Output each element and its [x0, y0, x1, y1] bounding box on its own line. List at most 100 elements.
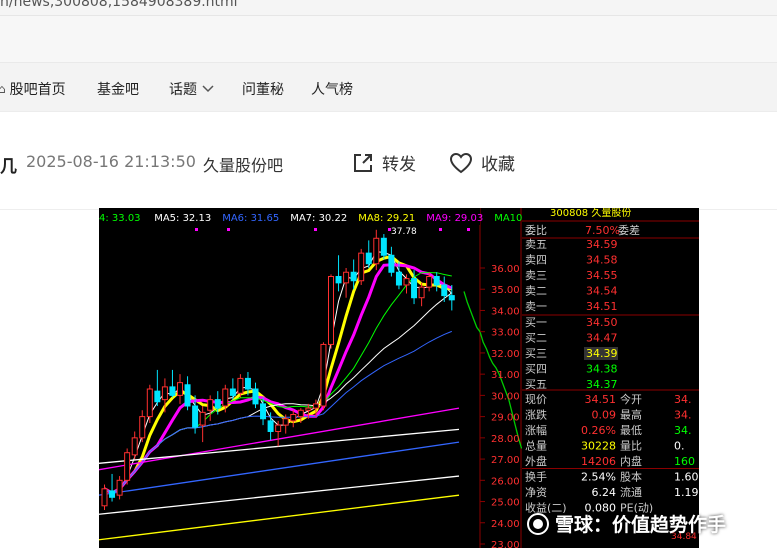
- nav-home[interactable]: ⌂ 股吧首页: [0, 79, 66, 99]
- stat-label-2: 内盘: [620, 454, 642, 468]
- candle-body: [252, 388, 259, 405]
- stat-value-2: 34.: [674, 393, 692, 406]
- ask-price: 34.58: [586, 254, 618, 267]
- candle-body: [328, 275, 334, 345]
- bid-price: 34.47: [586, 332, 618, 345]
- ma-label: MA8: 29.21: [358, 213, 415, 224]
- address-bar[interactable]: n/news,300808,1584908389.html: [0, 0, 777, 16]
- stat-value: 14206: [581, 455, 616, 468]
- stat-label: 净资: [525, 485, 547, 499]
- long-ma-line: [99, 475, 460, 515]
- share-icon: [354, 153, 372, 172]
- stat-value: 34.51: [585, 393, 617, 406]
- bid-price: 34.38: [586, 363, 618, 376]
- candle-body: [290, 413, 297, 422]
- ma-marker-dot: [388, 228, 391, 231]
- candle-body: [101, 488, 108, 507]
- kline-chart: 37.78 36.00 35.00 34.00 33.00 32.00 31.00 30.0…: [99, 208, 699, 548]
- stat-label-2: 量比: [620, 440, 642, 453]
- candle-body: [192, 405, 199, 428]
- weibi-label: 委比: [525, 224, 547, 237]
- stat-value-2: 1.19: [674, 486, 699, 499]
- post-meta: 几 2025-08-16 21:13:50 久量股份吧 转发 收藏: [0, 112, 777, 210]
- ma-label: MA7: 30.22: [290, 213, 347, 224]
- bid-label: 买一: [525, 316, 547, 329]
- home-icon: ⌂: [0, 82, 6, 96]
- stat-label-2: 流通: [620, 485, 642, 499]
- candle-body: [448, 295, 455, 301]
- stat-label-2: 今开: [620, 392, 642, 406]
- stat-label: 总量: [525, 439, 547, 453]
- stat-label-2: 最高: [620, 408, 642, 422]
- stat-value-2: 34.: [674, 409, 692, 422]
- stock-chart-image: 37.78 36.00 35.00 34.00 33.00 32.00 31.00 30.0…: [99, 208, 699, 548]
- heart-icon: [449, 152, 473, 173]
- candle-body: [131, 437, 138, 456]
- y-tick-label: 25.00: [491, 498, 520, 509]
- candle-body: [320, 343, 327, 407]
- bid-price: 34.39: [586, 347, 618, 360]
- watermark-text: 雪球：价值趋势作手: [555, 514, 727, 536]
- stat-label-2: 最低: [620, 424, 642, 437]
- nav-fund[interactable]: 基金吧: [97, 79, 139, 99]
- stat-value-2: 34.: [674, 424, 692, 437]
- candle-body: [109, 490, 116, 498]
- candle-body: [343, 271, 350, 284]
- ma-label: MA5: 32.13: [154, 213, 211, 224]
- stat-value: 6.24: [592, 486, 617, 499]
- candle-body: [358, 252, 365, 282]
- watermark: 雪球：价值趋势作手: [527, 510, 726, 537]
- candle-body: [229, 388, 236, 396]
- candle-body: [433, 275, 440, 286]
- nav-ask-secretary[interactable]: 问董秘: [242, 79, 284, 99]
- nav-topics[interactable]: 话题: [169, 79, 215, 99]
- ma-marker-dot: [314, 228, 317, 231]
- forum-link[interactable]: 久量股份吧: [203, 152, 283, 176]
- header-band: [0, 16, 777, 62]
- candle-body: [154, 390, 161, 403]
- stat-value: 30228: [581, 440, 616, 453]
- bid-label: 买四: [525, 363, 547, 376]
- y-tick-label: 24.00: [491, 519, 520, 530]
- candle-body: [403, 278, 410, 286]
- candle-body: [139, 416, 146, 439]
- bid-price: 34.37: [586, 378, 618, 391]
- favorite-button[interactable]: 收藏: [449, 150, 515, 175]
- candle-body: [282, 418, 289, 426]
- chevron-down-icon: [202, 85, 214, 93]
- ma-line: [103, 263, 453, 495]
- stat-label: 外盘: [525, 454, 547, 468]
- weicha-label: 委差: [618, 223, 640, 237]
- long-ma-line: [99, 428, 460, 464]
- nav-popularity[interactable]: 人气榜: [311, 79, 353, 99]
- candle-body: [418, 286, 425, 299]
- bid-label: 买五: [525, 378, 547, 391]
- url-text: n/news,300808,1584908389.html: [0, 0, 238, 10]
- author-name[interactable]: 几: [0, 152, 17, 177]
- quote-header: 300808 久量股份: [550, 208, 631, 219]
- bid-price: 34.50: [586, 316, 618, 329]
- candle-body: [335, 275, 342, 284]
- candle-body: [267, 420, 274, 432]
- candle-body: [146, 388, 153, 418]
- y-tick-label: 29.00: [491, 413, 520, 424]
- stat-label: 现价: [525, 393, 547, 406]
- candle-body: [388, 254, 395, 273]
- stat-value: 2.54%: [581, 471, 616, 484]
- candle-body: [161, 386, 168, 401]
- ma-marker-dot: [467, 228, 470, 231]
- ma-marker-dot: [439, 228, 442, 231]
- ask-label: 卖二: [525, 285, 547, 298]
- candle-body: [260, 403, 267, 420]
- candle-body: [441, 284, 448, 297]
- stat-label: 换手: [525, 470, 547, 484]
- share-button[interactable]: 转发: [352, 150, 416, 175]
- nav-topics-label: 话题: [169, 82, 197, 98]
- candle-body: [426, 275, 433, 288]
- nav-popularity-label: 人气榜: [311, 82, 353, 98]
- candle-body: [373, 237, 380, 265]
- candle-body: [305, 407, 312, 411]
- stat-value-2: 0.: [674, 440, 685, 453]
- candle-body: [411, 278, 418, 299]
- candle-body: [184, 384, 191, 407]
